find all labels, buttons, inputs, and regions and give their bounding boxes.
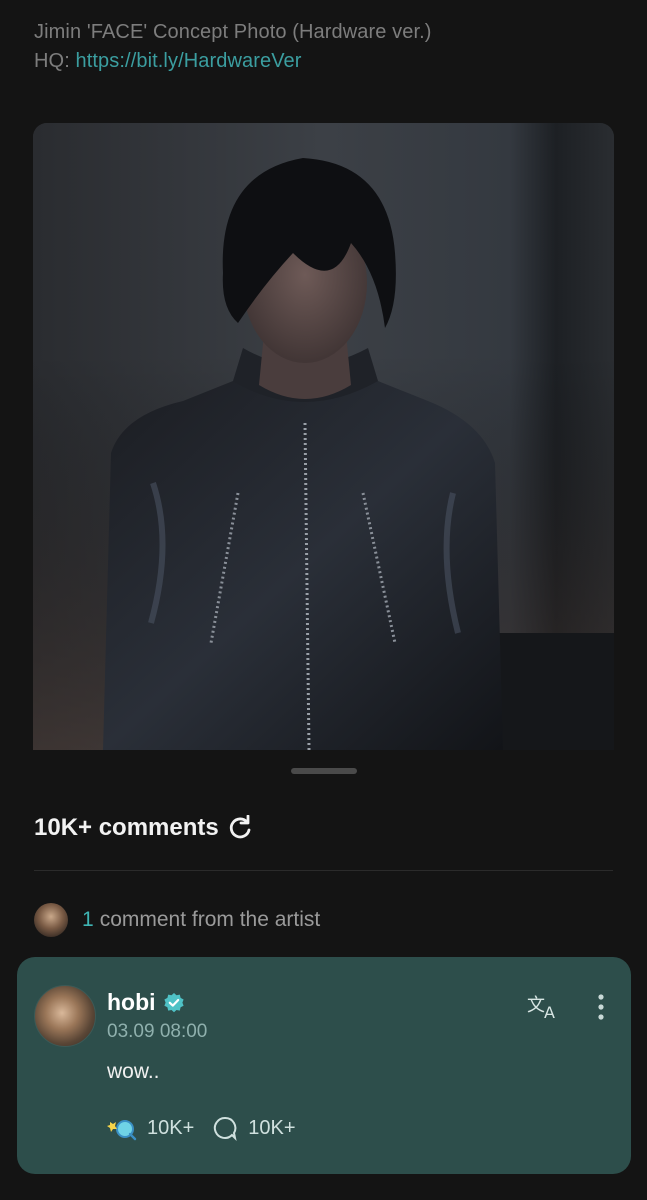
avatar[interactable] [34,985,96,1047]
refresh-icon[interactable] [227,814,253,841]
comments-header: 10K+ comments [34,814,253,842]
svg-text:文: 文 [527,995,545,1016]
post-caption: Jimin 'FACE' Concept Photo (Hardware ver… [34,21,432,43]
comment-timestamp: 03.09 08:00 [107,1021,208,1042]
reply-count: 10K+ [248,1116,296,1139]
artist-comment-count: 1 [82,908,94,931]
reply-icon [214,1116,237,1141]
verified-icon [163,992,185,1014]
reply-stat[interactable]: 10K+ [212,1115,296,1141]
comment-stats: 10K+ 10K+ [107,1114,314,1142]
like-stat[interactable]: 10K+ [107,1114,194,1142]
translate-icon[interactable]: 文 A [527,991,563,1022]
like-count: 10K+ [147,1116,195,1139]
hq-link[interactable]: https://bit.ly/HardwareVer [76,50,302,72]
artist-comment-label: comment from the artist [99,908,321,931]
comments-count-title: 10K+ comments [34,814,219,841]
divider [34,870,613,871]
svg-text:A: A [544,1003,555,1021]
comment-username[interactable]: hobi [107,989,156,1016]
artist-comments-row[interactable]: 1 comment from the artist [34,903,320,937]
post-caption-block: Jimin 'FACE' Concept Photo (Hardware ver… [34,18,432,76]
artist-mini-avatar [34,903,68,937]
more-icon[interactable] [591,993,611,1023]
post-hq-line: HQ: https://bit.ly/HardwareVer [34,47,432,76]
artist-comment-card[interactable]: hobi 03.09 08:00 wow.. 文 A 10K+ 10K+ [17,957,631,1174]
comment-username-row: hobi [107,989,185,1016]
comment-text: wow.. [107,1060,160,1083]
sheet-grabber[interactable] [291,768,357,774]
reaction-icon [107,1120,137,1141]
concept-photo[interactable] [33,123,614,750]
hq-prefix: HQ: [34,50,76,72]
